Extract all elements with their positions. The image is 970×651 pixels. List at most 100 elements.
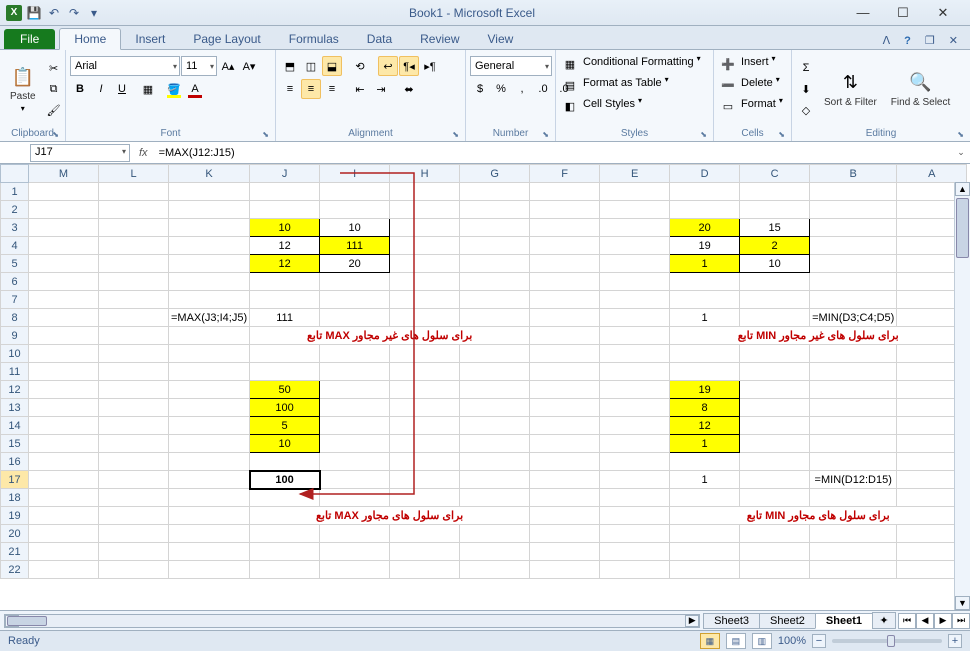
cell-J22[interactable] bbox=[250, 561, 320, 579]
help-icon[interactable]: ? bbox=[900, 33, 915, 49]
cell-H4[interactable] bbox=[390, 237, 460, 255]
cell-I11[interactable] bbox=[320, 363, 390, 381]
cell-H2[interactable] bbox=[390, 201, 460, 219]
cell-L7[interactable] bbox=[99, 291, 169, 309]
row-header-4[interactable]: 4 bbox=[1, 237, 29, 255]
cell-C17[interactable] bbox=[740, 471, 810, 489]
cell-F19[interactable] bbox=[530, 507, 600, 525]
cell-D2[interactable] bbox=[670, 201, 740, 219]
cell-F6[interactable] bbox=[530, 273, 600, 291]
cell-C4[interactable]: 2 bbox=[740, 237, 810, 255]
cell-F11[interactable] bbox=[530, 363, 600, 381]
cell-H10[interactable] bbox=[390, 345, 460, 363]
cell-C8[interactable] bbox=[740, 309, 810, 327]
align-middle-icon[interactable]: ◫ bbox=[301, 56, 321, 76]
cell-J3[interactable]: 10 bbox=[250, 219, 320, 237]
comma-icon[interactable]: , bbox=[512, 79, 532, 99]
cell-L17[interactable] bbox=[99, 471, 169, 489]
cell-G1[interactable] bbox=[460, 183, 530, 201]
cell-L1[interactable] bbox=[99, 183, 169, 201]
cell-M9[interactable] bbox=[29, 327, 99, 345]
row-header-6[interactable]: 6 bbox=[1, 273, 29, 291]
copy-icon[interactable]: ⧉ bbox=[44, 79, 64, 99]
cell-E22[interactable] bbox=[600, 561, 670, 579]
cell-D3[interactable]: 20 bbox=[670, 219, 740, 237]
cell-B21[interactable] bbox=[810, 543, 897, 561]
cell-D21[interactable] bbox=[670, 543, 740, 561]
cell-M21[interactable] bbox=[29, 543, 99, 561]
minimize-ribbon-icon[interactable]: ᐱ bbox=[879, 32, 895, 49]
tab-nav-last-icon[interactable]: ⏭ bbox=[952, 613, 970, 629]
cell-K20[interactable] bbox=[169, 525, 250, 543]
cell-E12[interactable] bbox=[600, 381, 670, 399]
cell-D11[interactable] bbox=[670, 363, 740, 381]
cell-K5[interactable] bbox=[169, 255, 250, 273]
cell-L12[interactable] bbox=[99, 381, 169, 399]
format-cells-button[interactable]: ▭Format▾ bbox=[718, 96, 783, 116]
cell-L8[interactable] bbox=[99, 309, 169, 327]
cell-K1[interactable] bbox=[169, 183, 250, 201]
cell-F7[interactable] bbox=[530, 291, 600, 309]
hscroll-thumb[interactable] bbox=[7, 616, 47, 626]
cell-E14[interactable] bbox=[600, 417, 670, 435]
cell-G3[interactable] bbox=[460, 219, 530, 237]
cell-H13[interactable] bbox=[390, 399, 460, 417]
cell-E9[interactable] bbox=[600, 327, 670, 345]
cell-M17[interactable] bbox=[29, 471, 99, 489]
cell-D14[interactable]: 12 bbox=[670, 417, 740, 435]
cell-K4[interactable] bbox=[169, 237, 250, 255]
cell-I13[interactable] bbox=[320, 399, 390, 417]
cell-I20[interactable] bbox=[320, 525, 390, 543]
cell-D10[interactable] bbox=[670, 345, 740, 363]
cell-B7[interactable] bbox=[810, 291, 897, 309]
cell-M15[interactable] bbox=[29, 435, 99, 453]
cell-F9[interactable] bbox=[530, 327, 600, 345]
paste-button[interactable]: 📋 Paste ▾ bbox=[4, 63, 42, 115]
cell-D6[interactable] bbox=[670, 273, 740, 291]
insert-cells-button[interactable]: ➕Insert▾ bbox=[718, 54, 776, 74]
cell-C13[interactable] bbox=[740, 399, 810, 417]
cell-D13[interactable]: 8 bbox=[670, 399, 740, 417]
clear-icon[interactable]: ◇ bbox=[796, 100, 816, 120]
find-select-button[interactable]: 🔍 Find & Select bbox=[885, 69, 956, 110]
cell-F17[interactable] bbox=[530, 471, 600, 489]
cell-I6[interactable] bbox=[320, 273, 390, 291]
cell-L13[interactable] bbox=[99, 399, 169, 417]
cell-K3[interactable] bbox=[169, 219, 250, 237]
cell-L20[interactable] bbox=[99, 525, 169, 543]
zoom-thumb[interactable] bbox=[887, 635, 895, 647]
spreadsheet-grid[interactable]: MLKJIHGFEDCBA123101020154121111925122011… bbox=[0, 164, 967, 579]
row-header-18[interactable]: 18 bbox=[1, 489, 29, 507]
cell-G22[interactable] bbox=[460, 561, 530, 579]
row-header-13[interactable]: 13 bbox=[1, 399, 29, 417]
cell-H15[interactable] bbox=[390, 435, 460, 453]
cell-K11[interactable] bbox=[169, 363, 250, 381]
align-bottom-icon[interactable]: ⬓ bbox=[322, 56, 342, 76]
cell-D15[interactable]: 1 bbox=[670, 435, 740, 453]
cell-E16[interactable] bbox=[600, 453, 670, 471]
cell-L11[interactable] bbox=[99, 363, 169, 381]
cell-K7[interactable] bbox=[169, 291, 250, 309]
tab-home[interactable]: Home bbox=[59, 28, 121, 50]
tab-data[interactable]: Data bbox=[353, 29, 406, 49]
border-icon[interactable]: ▦ bbox=[138, 79, 158, 99]
cell-I14[interactable] bbox=[320, 417, 390, 435]
format-painter-icon[interactable]: 🖌 bbox=[44, 100, 64, 120]
cell-H20[interactable] bbox=[390, 525, 460, 543]
font-name-combo[interactable]: Arial▾ bbox=[70, 56, 180, 76]
cell-F10[interactable] bbox=[530, 345, 600, 363]
cell-F5[interactable] bbox=[530, 255, 600, 273]
cell-H16[interactable] bbox=[390, 453, 460, 471]
cell-L3[interactable] bbox=[99, 219, 169, 237]
cell-K19[interactable] bbox=[169, 507, 250, 525]
cell-E20[interactable] bbox=[600, 525, 670, 543]
cell-D17[interactable]: 1 bbox=[670, 471, 740, 489]
cell-H6[interactable] bbox=[390, 273, 460, 291]
cell-J18[interactable] bbox=[250, 489, 320, 507]
cell-J11[interactable] bbox=[250, 363, 320, 381]
cell-L14[interactable] bbox=[99, 417, 169, 435]
scroll-down-icon[interactable]: ▼ bbox=[955, 596, 970, 610]
cell-M19[interactable] bbox=[29, 507, 99, 525]
tab-view[interactable]: View bbox=[474, 29, 528, 49]
cell-C20[interactable] bbox=[740, 525, 810, 543]
